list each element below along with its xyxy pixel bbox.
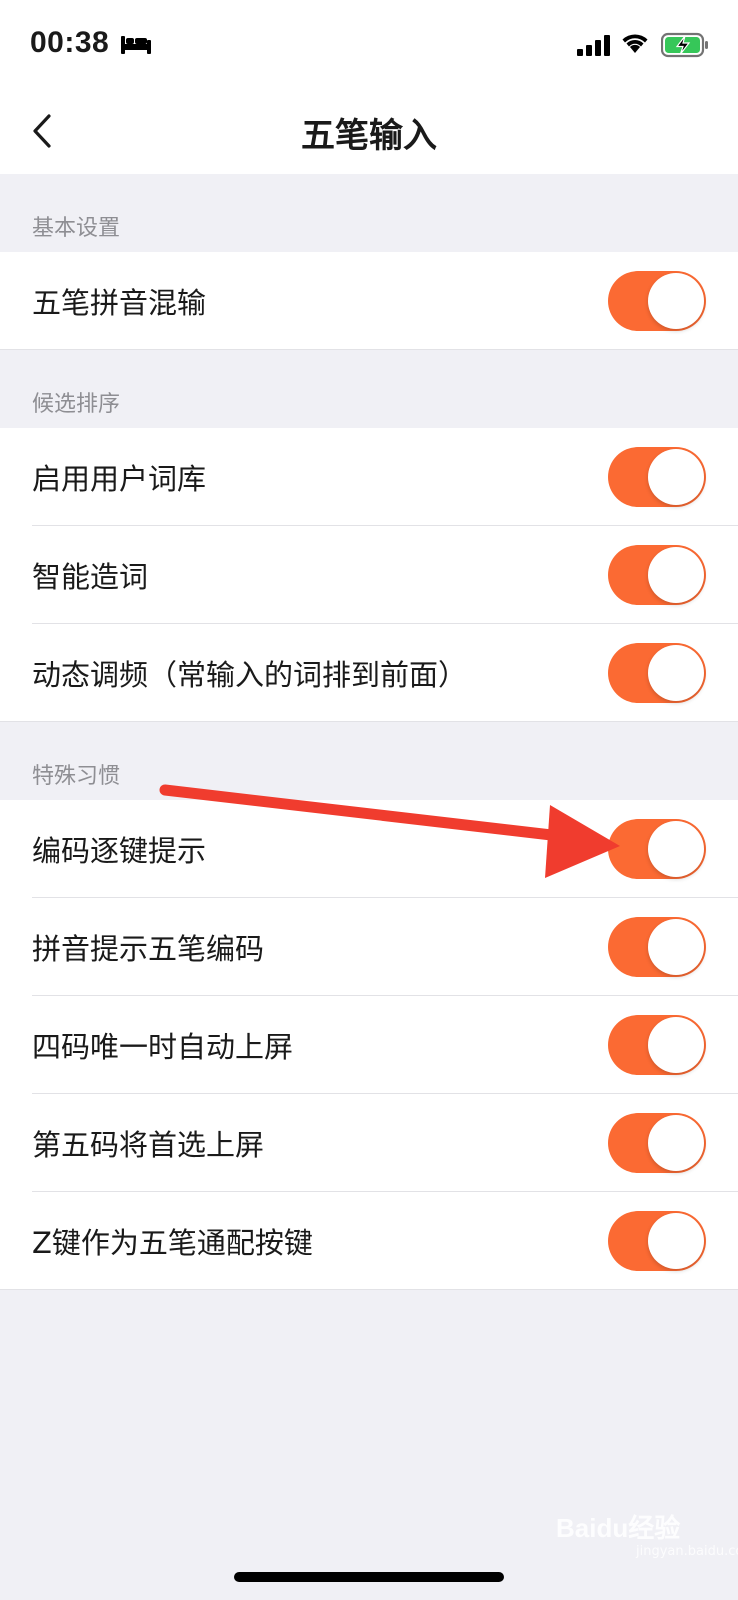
section-header-label: 候选排序 bbox=[32, 392, 121, 417]
setting-label: 动态调频（常输入的词排到前面） bbox=[32, 658, 468, 692]
toggle-switch[interactable] bbox=[608, 643, 706, 703]
setting-row-dynamic-frequency[interactable]: 动态调频（常输入的词排到前面） bbox=[0, 624, 738, 722]
toggle-knob bbox=[648, 273, 704, 329]
section-header-label: 特殊习惯 bbox=[32, 764, 121, 789]
setting-label: 第五码将首选上屏 bbox=[32, 1128, 265, 1162]
setting-row-fifth-code-commit[interactable]: 第五码将首选上屏 bbox=[0, 1094, 738, 1192]
page-title: 五笔输入 bbox=[301, 116, 437, 156]
section-header-label: 基本设置 bbox=[32, 216, 121, 241]
toggle-knob bbox=[648, 821, 704, 877]
toggle-knob bbox=[648, 645, 704, 701]
section-header-candidate-sort: 候选排序 bbox=[0, 350, 738, 428]
home-indicator[interactable] bbox=[234, 1572, 504, 1582]
toggle-knob bbox=[648, 547, 704, 603]
section-header-special-habits: 特殊习惯 bbox=[0, 722, 738, 800]
toggle-switch[interactable] bbox=[608, 1015, 706, 1075]
setting-row-wubi-pinyin-mixed[interactable]: 五笔拼音混输 bbox=[0, 252, 738, 350]
toggle-knob bbox=[648, 919, 704, 975]
wifi-icon bbox=[622, 34, 648, 53]
status-time: 00:38 bbox=[30, 26, 110, 59]
toggle-knob bbox=[648, 1017, 704, 1073]
divider bbox=[0, 1289, 738, 1290]
nav-bar: 五笔输入 bbox=[0, 88, 738, 174]
bed-icon bbox=[121, 36, 151, 54]
setting-row-smart-word-creation[interactable]: 智能造词 bbox=[0, 526, 738, 624]
section-header-basic: 基本设置 bbox=[0, 174, 738, 252]
setting-label: 五笔拼音混输 bbox=[32, 286, 207, 320]
watermark-url: jingyan.baidu.com bbox=[636, 1544, 738, 1559]
toggle-switch[interactable] bbox=[608, 917, 706, 977]
toggle-knob bbox=[648, 1115, 704, 1171]
setting-label: 启用用户词库 bbox=[32, 462, 207, 496]
toggle-switch[interactable] bbox=[608, 1113, 706, 1173]
status-bar: 00:38 bbox=[0, 0, 738, 88]
toggle-switch[interactable] bbox=[608, 545, 706, 605]
toggle-switch[interactable] bbox=[608, 447, 706, 507]
setting-label: 拼音提示五笔编码 bbox=[32, 932, 265, 966]
setting-label: 四码唯一时自动上屏 bbox=[32, 1030, 294, 1064]
signal-icon bbox=[577, 35, 610, 56]
battery-charging-icon bbox=[661, 32, 708, 58]
toggle-knob bbox=[648, 449, 704, 505]
setting-label: 编码逐键提示 bbox=[32, 834, 207, 868]
setting-row-four-code-auto-commit[interactable]: 四码唯一时自动上屏 bbox=[0, 996, 738, 1094]
toggle-switch[interactable] bbox=[608, 271, 706, 331]
watermark-logo: Baidu经验 bbox=[556, 1513, 681, 1543]
toggle-knob bbox=[648, 1213, 704, 1269]
toggle-switch[interactable] bbox=[608, 1211, 706, 1271]
setting-row-z-key-wildcard[interactable]: Z键作为五笔通配按键 bbox=[0, 1192, 738, 1290]
setting-row-user-dictionary[interactable]: 启用用户词库 bbox=[0, 428, 738, 526]
setting-label: 智能造词 bbox=[32, 560, 149, 594]
toggle-switch[interactable] bbox=[608, 819, 706, 879]
setting-label: Z键作为五笔通配按键 bbox=[32, 1226, 313, 1260]
setting-row-pinyin-hint-wubi-code[interactable]: 拼音提示五笔编码 bbox=[0, 898, 738, 996]
setting-row-code-hint-per-key[interactable]: 编码逐键提示 bbox=[0, 800, 738, 898]
